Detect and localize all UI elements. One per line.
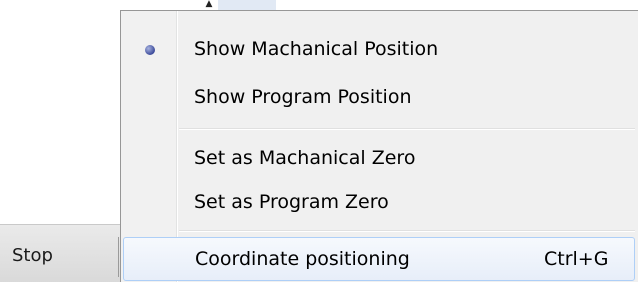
radio-bullet-icon <box>145 45 155 55</box>
menu-item-label: Coordinate positioning <box>195 248 410 270</box>
menu-item-show-mechanical-position[interactable]: Show Machanical Position <box>123 28 635 72</box>
menu-item-coordinate-positioning[interactable]: Coordinate positioning Ctrl+G <box>123 237 635 281</box>
menu-item-set-program-zero[interactable]: Set as Program Zero <box>123 181 635 225</box>
screen: ▲ Stop Show Machanical Position Show Pro… <box>0 0 638 282</box>
menu-item-set-mechanical-zero[interactable]: Set as Machanical Zero <box>123 137 635 181</box>
menu-item-show-program-position[interactable]: Show Program Position <box>123 76 635 120</box>
toolbar-divider <box>118 237 119 277</box>
menu-item-label: Show Machanical Position <box>194 38 439 60</box>
stop-button-label: Stop <box>12 245 53 266</box>
menu-item-label: Show Program Position <box>194 86 412 108</box>
menu-separator <box>179 128 635 130</box>
menu-item-shortcut: Ctrl+G <box>544 248 609 270</box>
scroll-up-arrow-icon[interactable]: ▲ <box>200 0 218 10</box>
menu-item-label: Set as Program Zero <box>194 191 389 213</box>
stop-button[interactable]: Stop <box>0 224 120 282</box>
menu-separator <box>179 230 635 232</box>
menu-item-label: Set as Machanical Zero <box>194 147 416 169</box>
context-menu: Show Machanical Position Show Program Po… <box>120 10 638 282</box>
